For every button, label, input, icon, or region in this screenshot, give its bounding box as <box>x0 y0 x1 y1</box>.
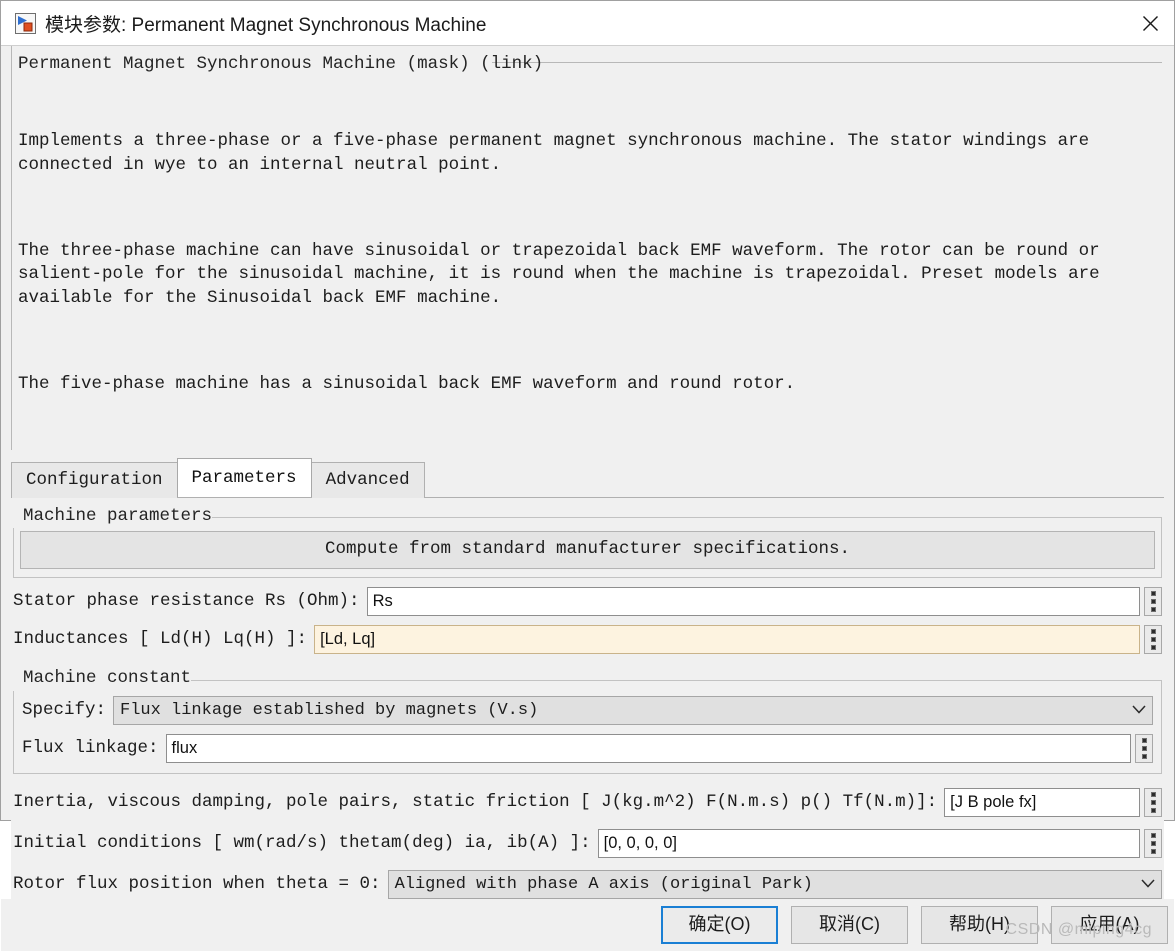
dialog-footer: 确定(O) 取消(C) 帮助(H) 应用(A) CSDN @miping4cg <box>1 898 1174 951</box>
description-paragraph: The five-phase machine has a sinusoidal … <box>18 374 796 395</box>
specify-dropdown-value: Flux linkage established by magnets (V.s… <box>120 700 539 720</box>
inductances-row: Inductances [ Ld(H) Lq(H) ]: [Ld, Lq] <box>11 625 1164 655</box>
flux-linkage-label: Flux linkage: <box>22 737 159 758</box>
chevron-down-icon <box>1141 875 1155 894</box>
help-button[interactable]: 帮助(H) <box>921 905 1038 945</box>
description-area: Permanent Magnet Synchronous Machine (ma… <box>1 45 1174 454</box>
tab-advanced[interactable]: Advanced <box>310 461 425 498</box>
machine-constant-group: Machine constant Specify: Flux linkage e… <box>13 666 1162 774</box>
apply-button[interactable]: 应用(A) <box>1051 905 1168 945</box>
vertical-dots-icon[interactable] <box>1144 587 1162 617</box>
rotor-flux-position-label: Rotor flux position when theta = 0: <box>13 873 381 894</box>
inertia-input[interactable]: [J B pole fx] <box>944 787 1140 817</box>
flux-linkage-input[interactable]: flux <box>165 733 1131 763</box>
rotor-flux-position-dropdown[interactable]: Aligned with phase A axis (original Park… <box>387 869 1162 899</box>
initial-conditions-row: Initial conditions [ wm(rad/s) thetam(de… <box>11 828 1164 858</box>
initial-conditions-input[interactable]: [0, 0, 0, 0] <box>597 828 1140 858</box>
vertical-dots-icon[interactable] <box>1144 828 1162 858</box>
vertical-dots-icon[interactable] <box>1144 625 1162 655</box>
machine-constant-group-label: Machine constant <box>13 666 192 691</box>
compute-from-specs-button[interactable]: Compute from standard manufacturer speci… <box>20 531 1155 570</box>
tab-configuration[interactable]: Configuration <box>11 461 178 498</box>
specify-label: Specify: <box>22 699 107 720</box>
inertia-row: Inertia, viscous damping, pole pairs, st… <box>11 787 1164 817</box>
cancel-button[interactable]: 取消(C) <box>791 905 908 945</box>
stator-resistance-row: Stator phase resistance Rs (Ohm): Rs <box>11 587 1164 617</box>
description-paragraph: The three-phase machine can have sinusoi… <box>18 241 1111 308</box>
title-bar: 模块参数: Permanent Magnet Synchronous Machi… <box>1 1 1174 45</box>
inductances-label: Inductances [ Ld(H) Lq(H) ]: <box>13 629 308 650</box>
stator-resistance-label: Stator phase resistance Rs (Ohm): <box>13 591 360 612</box>
flux-linkage-row: Flux linkage: flux <box>20 733 1155 763</box>
specify-row: Specify: Flux linkage established by mag… <box>20 695 1155 725</box>
chevron-down-icon <box>1132 701 1146 720</box>
inductances-input[interactable]: [Ld, Lq] <box>314 625 1140 655</box>
vertical-dots-icon[interactable] <box>1144 787 1162 817</box>
vertical-dots-icon[interactable] <box>1135 733 1153 763</box>
tab-parameters[interactable]: Parameters <box>176 457 312 497</box>
close-icon[interactable] <box>1126 1 1174 45</box>
description-legend: Permanent Magnet Synchronous Machine (ma… <box>18 54 544 74</box>
ok-button[interactable]: 确定(O) <box>661 905 778 945</box>
machine-parameters-group-label: Machine parameters <box>13 503 213 529</box>
machine-constant-frame: Specify: Flux linkage established by mag… <box>13 679 1162 774</box>
machine-parameters-group: Machine parameters Compute from standard… <box>13 503 1162 579</box>
parameters-panel: Machine parameters Compute from standard… <box>11 496 1164 899</box>
window-title: 模块参数: Permanent Magnet Synchronous Machi… <box>45 14 487 36</box>
initial-conditions-label: Initial conditions [ wm(rad/s) thetam(de… <box>13 832 591 853</box>
description-paragraph: Implements a three-phase or a five-phase… <box>18 131 1100 175</box>
stator-resistance-input[interactable]: Rs <box>366 587 1140 617</box>
rotor-flux-position-value: Aligned with phase A axis (original Park… <box>394 874 813 894</box>
tab-bar: Configuration Parameters Advanced <box>1 453 1174 498</box>
rotor-flux-position-row: Rotor flux position when theta = 0: Alig… <box>11 869 1164 899</box>
block-parameters-dialog: 模块参数: Permanent Magnet Synchronous Machi… <box>0 0 1175 951</box>
specify-dropdown[interactable]: Flux linkage established by magnets (V.s… <box>113 695 1153 725</box>
description-body: Implements a three-phase or a five-phase… <box>12 79 1162 447</box>
description-frame: Permanent Magnet Synchronous Machine (ma… <box>11 46 1162 450</box>
inertia-label: Inertia, viscous damping, pole pairs, st… <box>13 791 938 812</box>
simulink-block-icon <box>15 12 36 34</box>
